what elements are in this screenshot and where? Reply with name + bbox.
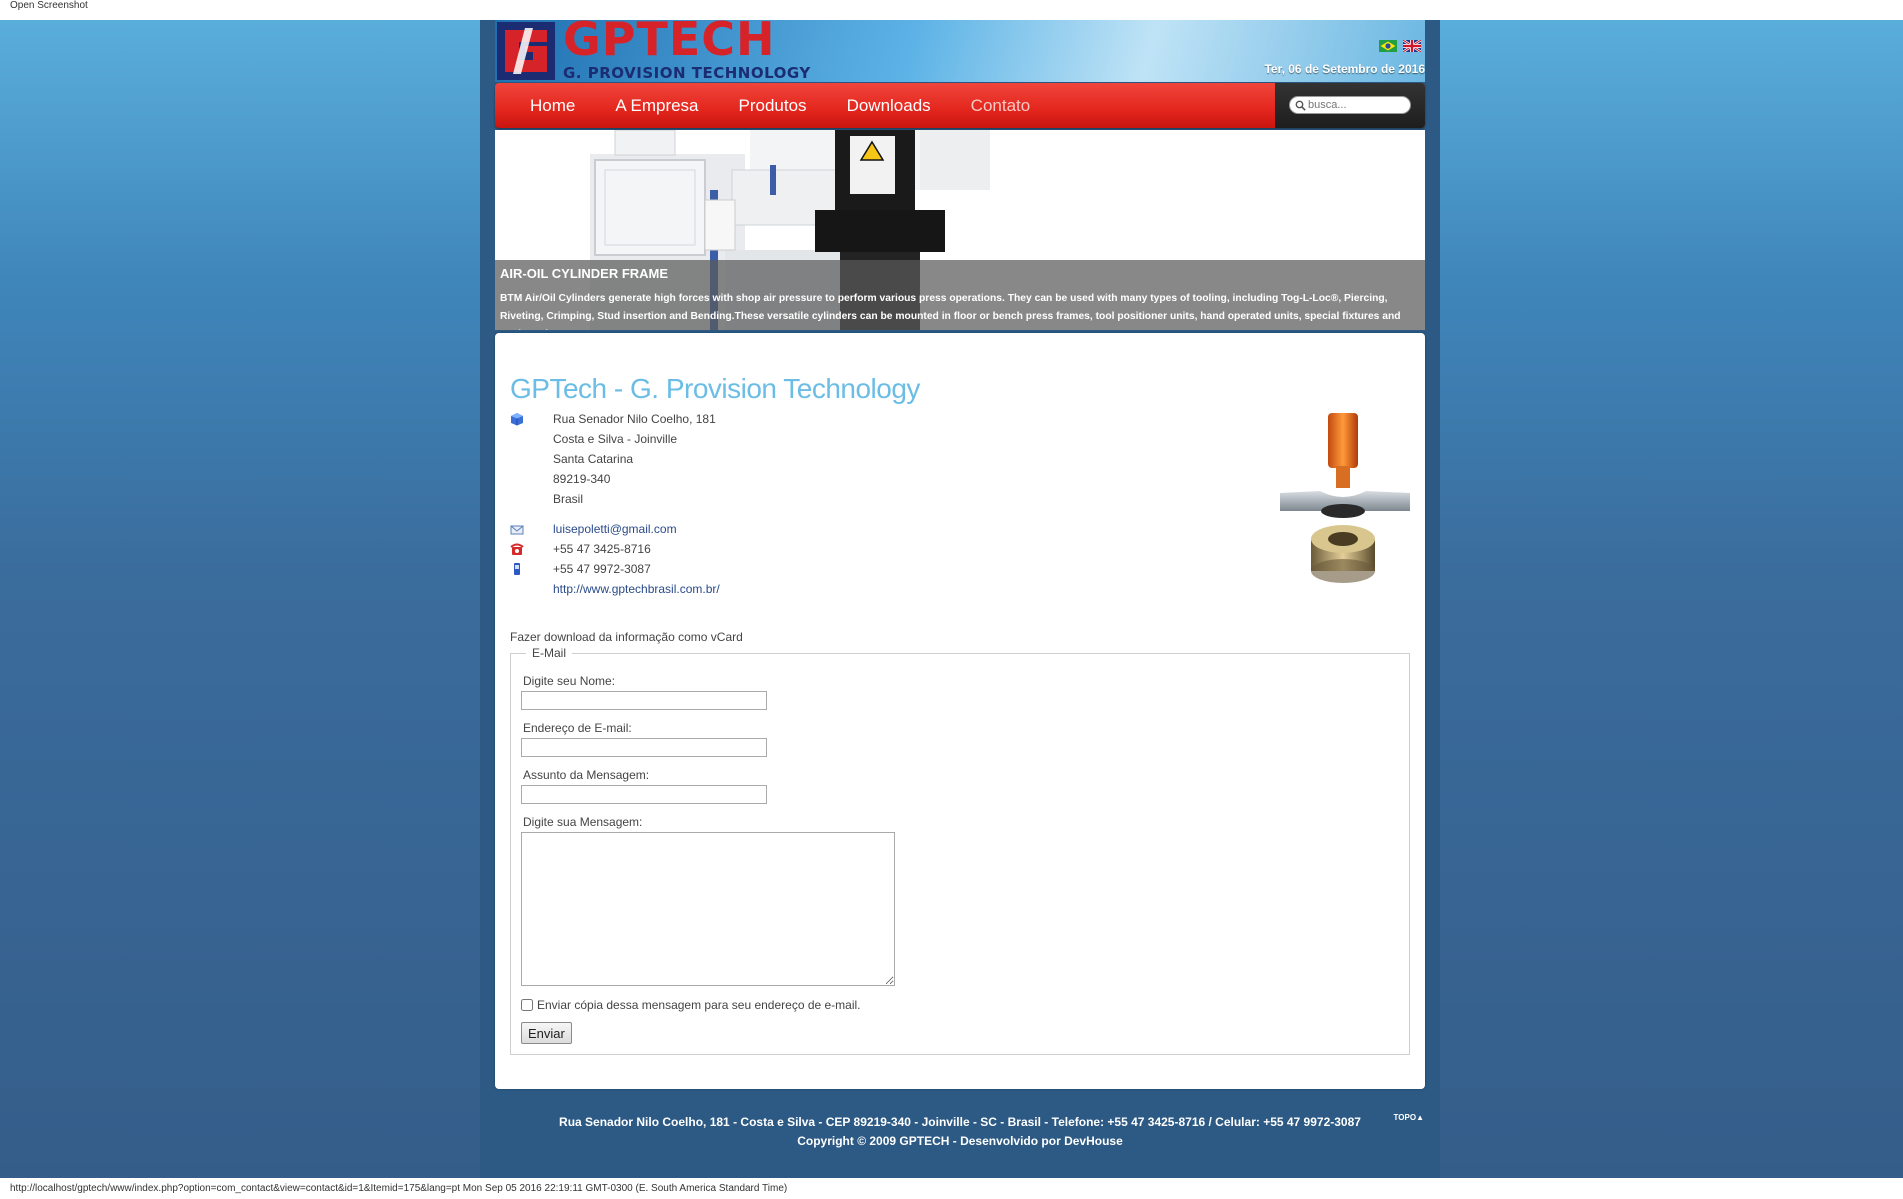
nav-item-a-empresa[interactable]: A Empresa bbox=[595, 83, 718, 128]
email-label: Endereço de E-mail: bbox=[523, 721, 632, 735]
subject-input[interactable] bbox=[521, 785, 767, 804]
page-title: GPTech - G. Provision Technology bbox=[510, 373, 920, 404]
window-title: Open Screenshot bbox=[10, 0, 88, 11]
form-legend: E-Mail bbox=[526, 646, 573, 660]
footer-copyright: Copyright © 2009 GPTECH - Desenvolvido p… bbox=[797, 1134, 1123, 1148]
main-navigation: Home A Empresa Produtos Downloads Contat… bbox=[495, 83, 1425, 128]
banner-title: AIR-OIL CYLINDER FRAME bbox=[500, 266, 669, 281]
logo-subtitle: G. PROVISION TECHNOLOGY bbox=[563, 64, 811, 82]
nav-item-downloads[interactable]: Downloads bbox=[827, 83, 951, 128]
search-input[interactable] bbox=[1308, 98, 1404, 112]
search-field bbox=[1289, 96, 1411, 114]
address-icon bbox=[511, 413, 523, 426]
site-header: GPTECH G. PROVISION TECHNOLOGY Ter, 06 d… bbox=[495, 16, 1425, 82]
email-link[interactable]: luisepoletti@gmail.com bbox=[553, 522, 677, 536]
footer-address: Rua Senador Nilo Coelho, 181 - Costa e S… bbox=[559, 1115, 1361, 1129]
content-panel: GPTech - G. Provision Technology Rua Sen… bbox=[495, 333, 1425, 1089]
address-line: 89219-340 bbox=[553, 472, 611, 486]
mobile-phone-icon bbox=[514, 563, 520, 575]
phone-icon bbox=[510, 543, 524, 555]
address-line: Costa e Silva - Joinville bbox=[553, 432, 678, 446]
search-box bbox=[1275, 83, 1425, 128]
banner-text: BTM Air/Oil Cylinders generate high forc… bbox=[500, 293, 1401, 330]
email-input[interactable] bbox=[521, 738, 767, 757]
phone-number: +55 47 3425-8716 bbox=[553, 542, 651, 556]
subject-label: Assunto da Mensagem: bbox=[523, 768, 650, 782]
vcard-download-link[interactable]: Fazer download da informação como vCard bbox=[510, 630, 743, 644]
gptech-logo-icon[interactable] bbox=[497, 22, 555, 80]
address-line: Brasil bbox=[553, 492, 584, 506]
back-to-top-link[interactable]: TOPO▲ bbox=[1394, 1113, 1424, 1122]
mobile-number: +55 47 9972-3087 bbox=[553, 562, 651, 576]
submit-button[interactable]: Enviar bbox=[521, 1022, 572, 1044]
product-banner: AIR-OIL CYLINDER FRAME BTM Air/Oil Cylin… bbox=[495, 130, 1425, 330]
message-label: Digite sua Mensagem: bbox=[523, 815, 643, 829]
nav-item-produtos[interactable]: Produtos bbox=[719, 83, 827, 128]
status-bar: http://localhost/gptech/www/index.php?op… bbox=[0, 1178, 1903, 1199]
address-line: Rua Senador Nilo Coelho, 181 bbox=[553, 412, 716, 426]
current-date: Ter, 06 de Setembro de 2016 bbox=[1264, 62, 1425, 76]
email-icon bbox=[510, 525, 524, 535]
name-label: Digite seu Nome: bbox=[523, 674, 616, 688]
message-textarea[interactable] bbox=[521, 832, 895, 986]
site-column: GPTECH G. PROVISION TECHNOLOGY Ter, 06 d… bbox=[480, 16, 1440, 1178]
status-bar-text: http://localhost/gptech/www/index.php?op… bbox=[10, 1183, 788, 1194]
brazil-flag-icon[interactable] bbox=[1379, 40, 1397, 52]
address-line: Santa Catarina bbox=[553, 452, 634, 466]
riveting-tool-image bbox=[1280, 413, 1410, 583]
banner-caption: AIR-OIL CYLINDER FRAME BTM Air/Oil Cylin… bbox=[495, 260, 1425, 330]
uk-flag-icon[interactable] bbox=[1403, 40, 1421, 52]
search-icon bbox=[1295, 100, 1306, 111]
email-form: E-Mail Digite seu Nome: Endereço de E-ma… bbox=[510, 646, 1410, 1055]
send-copy-checkbox[interactable] bbox=[521, 999, 533, 1011]
nav-item-contato[interactable]: Contato bbox=[951, 83, 1051, 128]
window-title-bar: Open Screenshot bbox=[0, 0, 1903, 20]
logo-title: GPTECH bbox=[563, 12, 776, 66]
send-copy-label: Enviar cópia dessa mensagem para seu end… bbox=[537, 998, 861, 1012]
language-selector bbox=[1379, 40, 1421, 52]
nav-item-home[interactable]: Home bbox=[495, 83, 595, 128]
name-input[interactable] bbox=[521, 691, 767, 710]
website-link[interactable]: http://www.gptechbrasil.com.br/ bbox=[553, 582, 720, 596]
